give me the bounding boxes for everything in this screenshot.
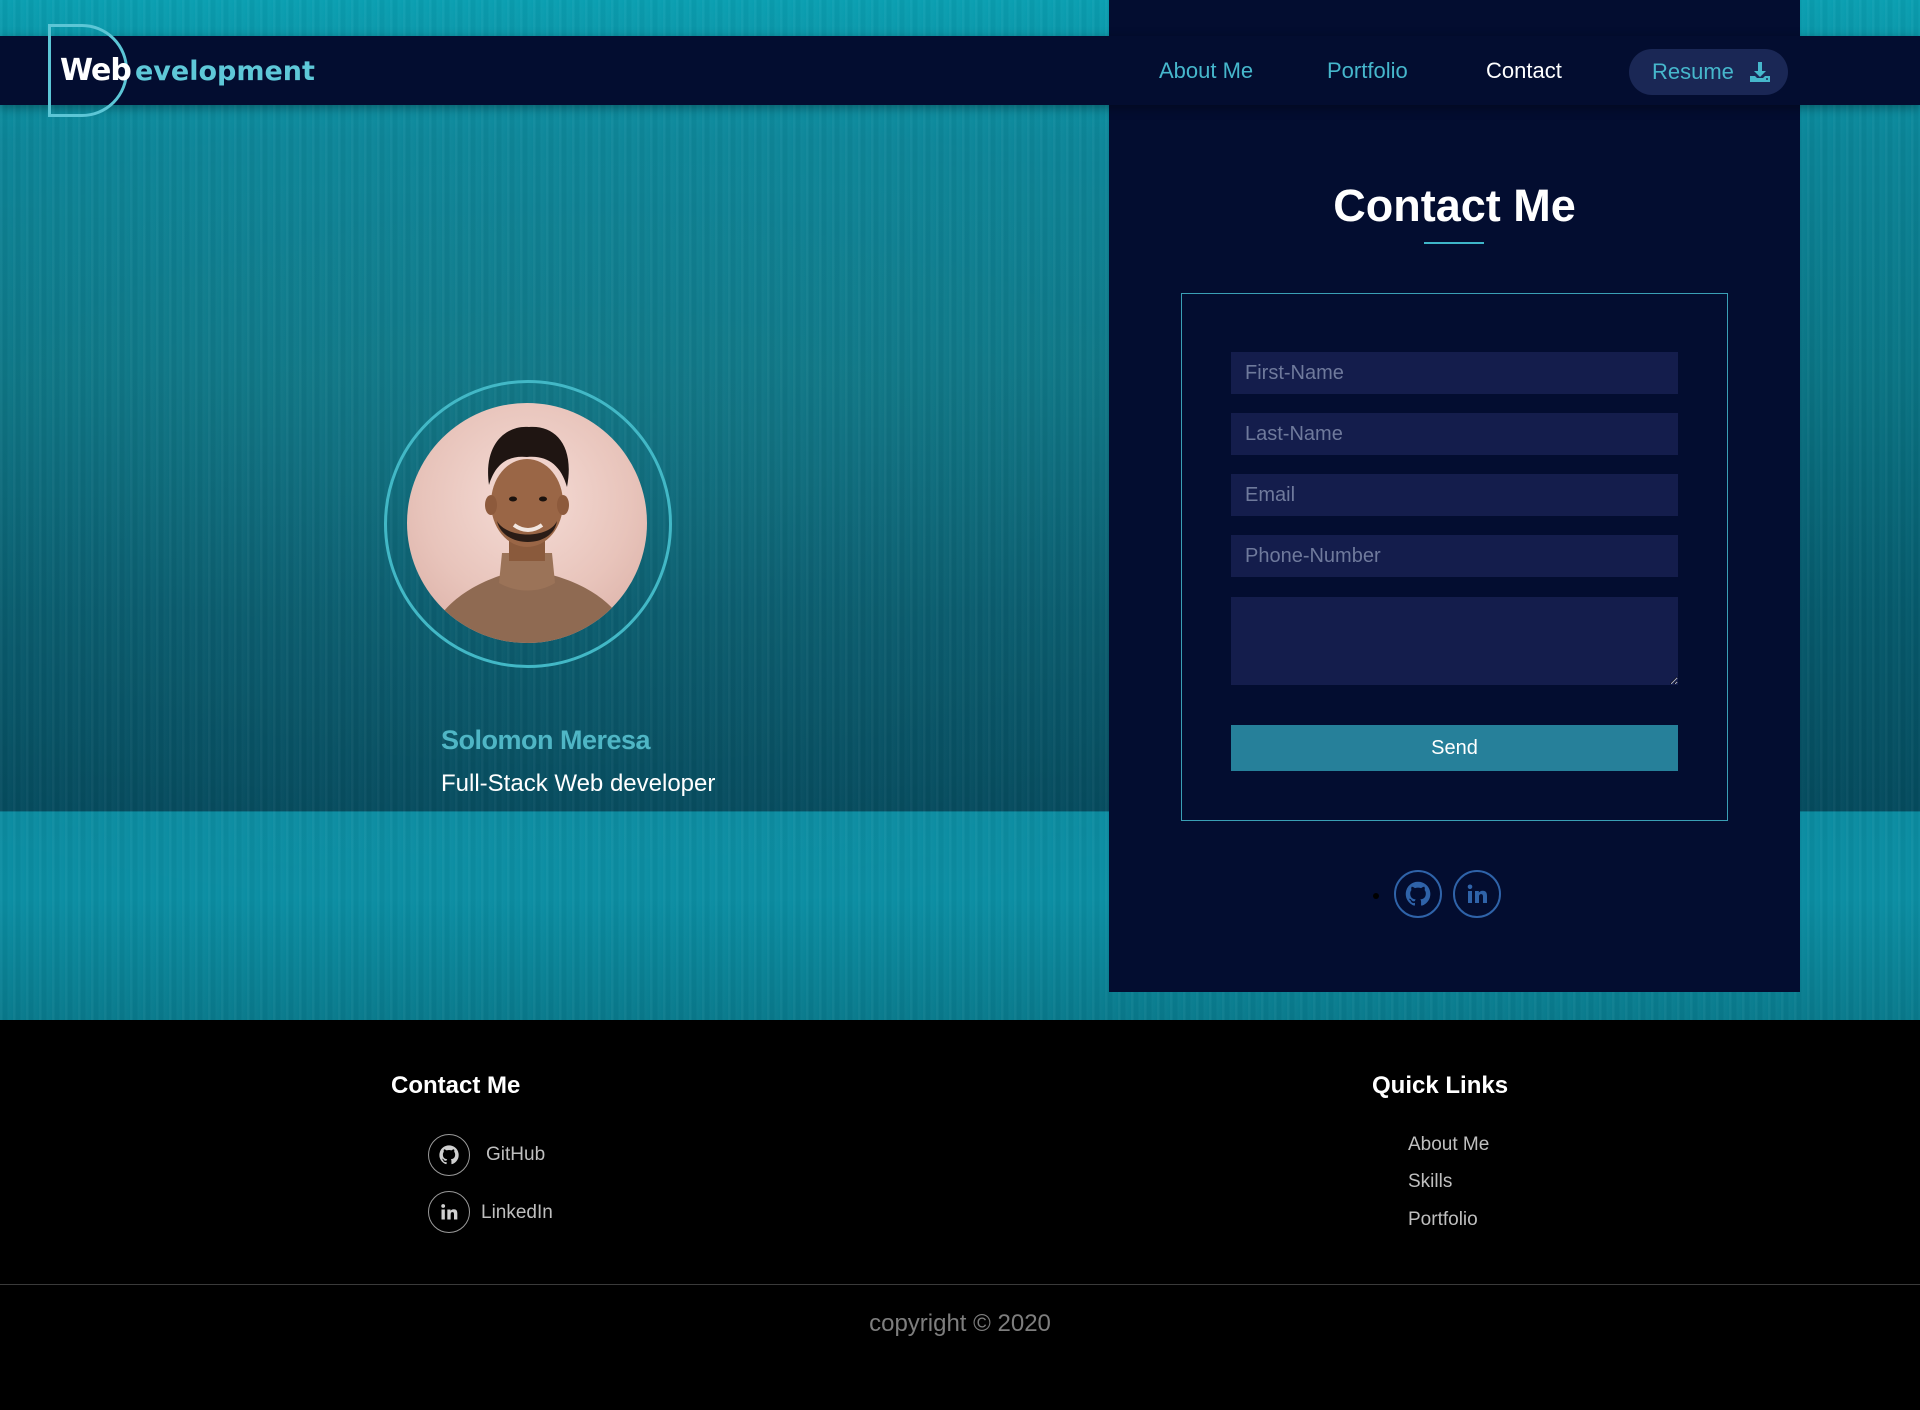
logo-text-rest[interactable]: evelopment (135, 56, 315, 87)
nav-portfolio[interactable]: Portfolio (1327, 58, 1408, 84)
send-button[interactable]: Send (1231, 725, 1678, 771)
title-underline (1424, 242, 1484, 244)
footer-linkedin-button[interactable] (428, 1191, 470, 1233)
footer-github-button[interactable] (428, 1134, 470, 1176)
linkedin-icon (441, 1204, 458, 1220)
copyright-text: copyright © 2020 (869, 1310, 1051, 1337)
first-name-input[interactable] (1231, 352, 1678, 394)
email-input[interactable] (1231, 474, 1678, 516)
footer: Contact Me GitHub LinkedIn Quick Links A… (0, 1020, 1920, 1410)
github-link[interactable] (1394, 870, 1442, 918)
avatar (407, 403, 647, 643)
contact-title: Contact Me (1333, 180, 1576, 231)
download-icon (1749, 62, 1770, 82)
nav-contact[interactable]: Contact (1486, 58, 1562, 84)
linkedin-link[interactable] (1453, 870, 1501, 918)
quick-link-skills[interactable]: Skills (1408, 1171, 1452, 1193)
phone-number-input[interactable] (1231, 535, 1678, 577)
footer-divider (0, 1284, 1920, 1285)
contact-form: Send (1181, 293, 1728, 821)
last-name-input[interactable] (1231, 413, 1678, 455)
list-bullet (1373, 893, 1379, 899)
quick-link-portfolio[interactable]: Portfolio (1408, 1209, 1478, 1231)
nav-about-me[interactable]: About Me (1159, 58, 1253, 84)
footer-github-label[interactable]: GitHub (486, 1144, 545, 1166)
linkedin-icon (1467, 884, 1487, 903)
logo-text-web[interactable]: Web (60, 53, 132, 88)
profile-role: Full-Stack Web developer (441, 770, 716, 797)
footer-linkedin-label[interactable]: LinkedIn (481, 1202, 553, 1224)
github-icon (1405, 881, 1431, 906)
github-icon (439, 1145, 459, 1165)
profile-photo (427, 426, 632, 643)
contact-panel: Contact Me Send (1109, 0, 1800, 992)
resume-label: Resume (1652, 59, 1734, 84)
profile-name: Solomon Meresa (441, 725, 651, 755)
resume-button[interactable]: Resume (1629, 49, 1788, 95)
message-textarea[interactable] (1231, 597, 1678, 685)
footer-quick-links-heading: Quick Links (1372, 1072, 1509, 1099)
quick-link-about-me[interactable]: About Me (1408, 1134, 1489, 1156)
footer-contact-heading: Contact Me (391, 1072, 521, 1099)
